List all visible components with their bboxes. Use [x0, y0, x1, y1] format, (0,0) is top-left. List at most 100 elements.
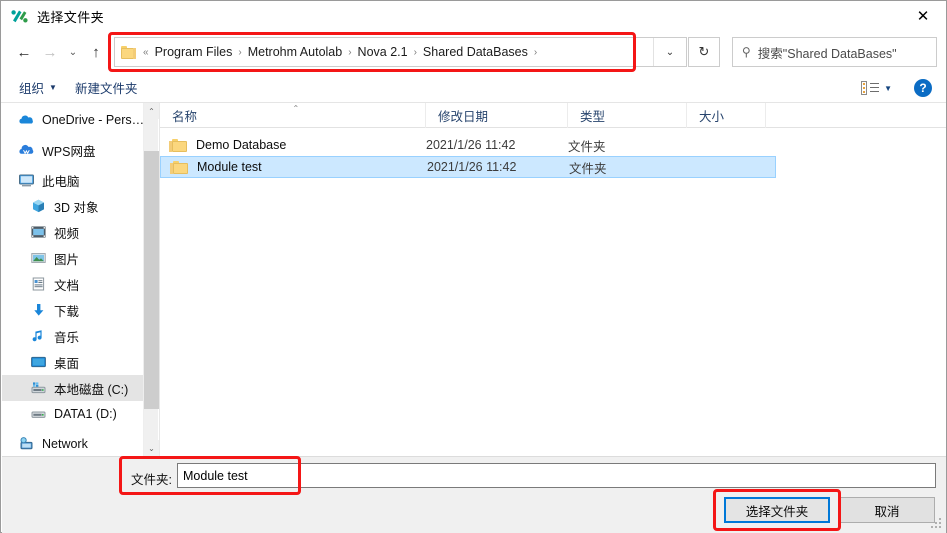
title-bar: 选择文件夹 ✕	[1, 1, 946, 32]
wps-cloud-icon	[18, 142, 35, 158]
sidebar-item-videos[interactable]: 视频	[2, 219, 143, 245]
view-options-icon[interactable]	[861, 81, 880, 95]
chevron-down-icon[interactable]: ▼	[884, 84, 892, 93]
breadcrumb-item-3[interactable]: Shared DataBases	[418, 45, 533, 59]
sidebar-item-local-disk-c[interactable]: 本地磁盘 (C:)	[2, 375, 143, 401]
column-headers: ⌃ 名称 修改日期 类型 大小	[160, 103, 946, 128]
forward-icon[interactable]: →	[37, 39, 63, 67]
scroll-up-icon[interactable]: ⌃	[144, 103, 159, 119]
file-name-cell: Demo Database	[160, 138, 426, 152]
breadcrumb-overflow[interactable]: «	[142, 47, 150, 58]
chevron-down-icon[interactable]: ⌄	[653, 38, 686, 66]
downloads-icon	[30, 302, 47, 318]
sidebar-item-label: 此电脑	[42, 174, 80, 189]
sidebar-item-3d-objects[interactable]: 3D 对象	[2, 193, 143, 219]
column-header-date-modified[interactable]: 修改日期	[426, 103, 568, 128]
network-icon	[18, 436, 35, 452]
sidebar-item-pictures[interactable]: 图片	[2, 245, 143, 271]
sidebar-item-onedrive[interactable]: OneDrive - Pers…	[2, 107, 143, 133]
select-folder-button[interactable]: 选择文件夹	[724, 497, 830, 523]
sidebar-item-label: 本地磁盘 (C:)	[54, 382, 129, 397]
folder-icon	[121, 45, 137, 59]
autolab-logo-icon	[10, 7, 29, 26]
sidebar-item-label: WPS网盘	[42, 144, 96, 159]
resize-grip[interactable]	[931, 518, 942, 529]
onedrive-cloud-icon	[18, 112, 35, 128]
folder-field-label: 文件夹:	[131, 473, 172, 487]
folder-name-input[interactable]: Module test	[177, 463, 936, 488]
breadcrumb-item-2[interactable]: Nova 2.1	[353, 45, 413, 59]
sidebar-scrollbar[interactable]: ⌃ ⌄	[143, 103, 159, 456]
command-bar-right: ▼ ?	[861, 73, 938, 103]
sidebar-item-wps-cloud[interactable]: WPS网盘	[2, 137, 143, 163]
sidebar-item-label: DATA1 (D:)	[54, 407, 117, 421]
column-header-type[interactable]: 类型	[568, 103, 687, 128]
table-row[interactable]: Module test 2021/1/26 11:42 文件夹	[160, 156, 776, 178]
file-name-cell: Module test	[161, 160, 427, 174]
refresh-icon[interactable]: ↻	[688, 37, 720, 67]
sidebar-item-desktop[interactable]: 桌面	[2, 349, 143, 375]
table-row[interactable]: Demo Database 2021/1/26 11:42 文件夹	[160, 134, 776, 156]
search-icon: ⚲	[742, 45, 751, 59]
new-folder-button[interactable]: 新建文件夹	[75, 78, 138, 97]
file-name: Demo Database	[196, 138, 287, 152]
sidebar-item-documents[interactable]: 文档	[2, 271, 143, 297]
address-bar[interactable]: « Program Files › Metrohm Autolab › Nova…	[114, 37, 687, 67]
column-header-label: 大小	[699, 110, 725, 124]
sidebar-item-label: 3D 对象	[54, 200, 99, 215]
scroll-down-icon[interactable]: ⌄	[144, 440, 159, 456]
organize-button[interactable]: 组织 ▼	[19, 78, 57, 97]
sidebar-item-downloads[interactable]: 下载	[2, 297, 143, 323]
back-icon[interactable]: ←	[11, 39, 37, 67]
folder-name-value: Module test	[183, 468, 248, 483]
hard-drive-icon	[30, 406, 47, 422]
local-disk-icon	[30, 380, 47, 396]
command-bar: 组织 ▼ 新建文件夹 ▼ ?	[1, 73, 946, 103]
sidebar-item-network[interactable]: Network	[2, 431, 143, 456]
sidebar-item-label: OneDrive - Pers…	[42, 113, 143, 127]
sort-ascending-icon: ⌃	[292, 104, 300, 113]
up-one-level-icon[interactable]: ↑	[83, 39, 109, 67]
window-title: 选择文件夹	[37, 10, 105, 25]
close-icon[interactable]: ✕	[900, 1, 946, 31]
column-header-size[interactable]: 大小	[687, 103, 766, 128]
file-type: 文件夹	[568, 139, 606, 154]
column-header-label: 名称	[172, 110, 198, 124]
desktop-icon	[30, 354, 47, 370]
sidebar-item-music[interactable]: 音乐	[2, 323, 143, 349]
breadcrumb-item-1[interactable]: Metrohm Autolab	[243, 45, 348, 59]
sidebar-item-label: 音乐	[54, 330, 80, 345]
file-rows: Demo Database 2021/1/26 11:42 文件夹 Module…	[160, 128, 946, 178]
file-date: 2021/1/26 11:42	[426, 138, 516, 152]
breadcrumb-item-0[interactable]: Program Files	[150, 45, 238, 59]
file-name: Module test	[197, 160, 262, 174]
sidebar-item-this-pc[interactable]: 此电脑	[2, 167, 143, 193]
this-pc-icon	[18, 172, 35, 188]
search-input[interactable]: ⚲ 搜索"Shared DataBases"	[732, 37, 937, 67]
sidebar-item-data1-d[interactable]: DATA1 (D:)	[2, 401, 143, 427]
file-date: 2021/1/26 11:42	[427, 160, 517, 174]
sidebar-item-label: 视频	[54, 226, 80, 241]
cancel-button[interactable]: 取消	[839, 497, 935, 523]
music-icon	[30, 328, 47, 344]
file-list-pane: ⌃ 名称 修改日期 类型 大小 Demo Database 2021/1/26 …	[159, 103, 946, 456]
file-type: 文件夹	[569, 161, 607, 176]
column-header-label: 修改日期	[438, 110, 489, 124]
sidebar-item-label: 下载	[54, 304, 80, 319]
recent-locations-icon[interactable]: ⌄	[63, 39, 83, 67]
breadcrumb[interactable]: « Program Files › Metrohm Autolab › Nova…	[115, 38, 653, 66]
chevron-down-icon: ▼	[49, 83, 57, 92]
sidebar-item-label: 文档	[54, 278, 80, 293]
folder-picker-dialog: 选择文件夹 ✕ ← → ⌄ ↑ « Program Files › Metroh…	[0, 0, 947, 533]
scrollbar-thumb[interactable]	[144, 151, 159, 409]
chevron-right-icon[interactable]: ›	[533, 47, 538, 58]
folder-icon	[170, 160, 188, 174]
documents-icon	[30, 276, 47, 292]
folder-icon	[169, 138, 187, 152]
column-header-name[interactable]: ⌃ 名称	[160, 103, 426, 128]
organize-label: 组织	[19, 82, 45, 96]
sidebar-item-label: 桌面	[54, 356, 80, 371]
search-placeholder: 搜索"Shared DataBases"	[757, 46, 897, 61]
navigation-pane: OneDrive - Pers… WPS网盘 此电脑 3D 对象 视频 图片 文…	[2, 103, 143, 456]
help-icon[interactable]: ?	[914, 79, 932, 97]
